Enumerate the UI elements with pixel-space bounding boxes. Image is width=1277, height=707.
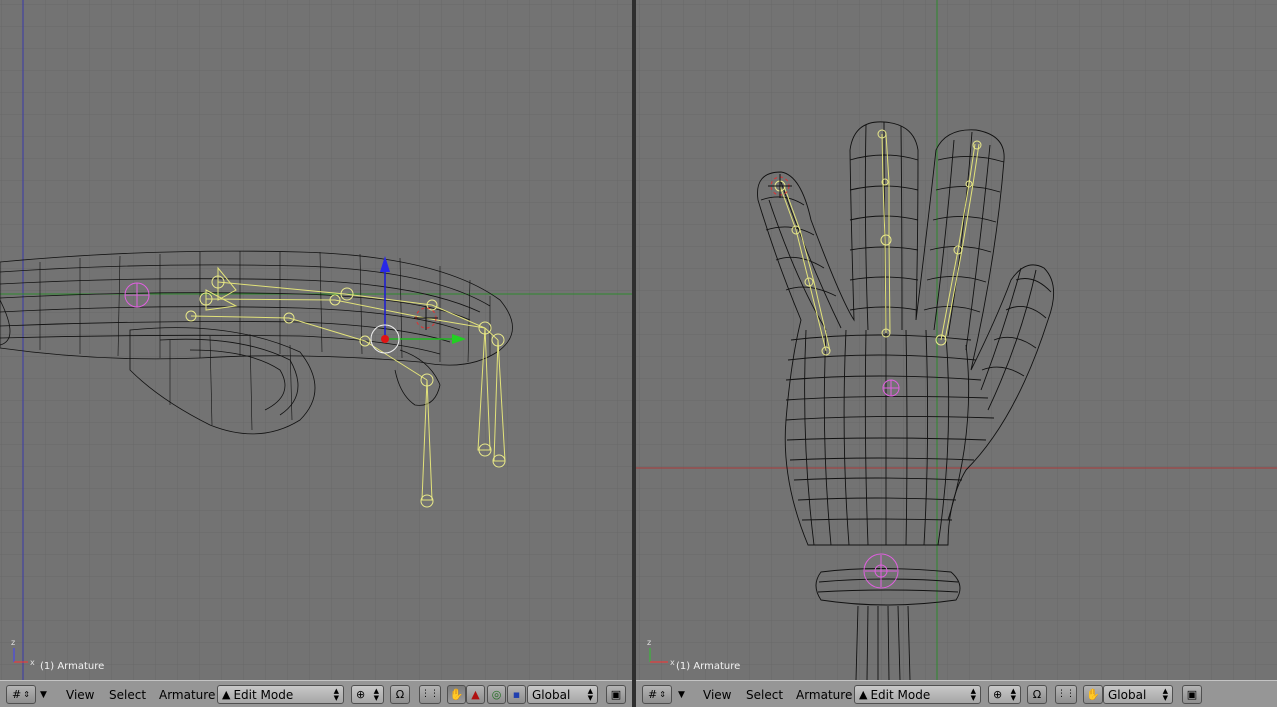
select-arrows-icon: ▲ ▼ [970, 687, 976, 702]
translate-manipulator-button[interactable]: ▲ [466, 685, 485, 704]
viewport-type-menu[interactable]: # ⇕ [642, 685, 672, 704]
scale-manipulator-button[interactable]: ▪ [507, 685, 526, 704]
menu-collapse-icon: ▼ [678, 689, 685, 700]
viewport-type-icon: # [648, 688, 658, 701]
grab-icon: ✋ [1086, 688, 1100, 701]
right-3d-viewport[interactable]: z x (1) Armature [636, 0, 1277, 680]
select-arrows-icon: ▲ ▼ [587, 687, 593, 702]
axis-label-x: x [30, 658, 35, 666]
object-name-label: (1) Armature [40, 661, 105, 672]
select-arrows-icon: ▲ ▼ [373, 687, 379, 702]
snap-toggle[interactable]: Ω [1027, 685, 1047, 704]
manipulator-toggle[interactable]: ✋ [1083, 685, 1103, 704]
grid [0, 0, 632, 680]
armature-menu[interactable]: Armature [157, 685, 217, 704]
render-icon: ▣ [1186, 688, 1198, 701]
snap-magnet-icon: Ω [395, 688, 405, 701]
spinner-icon: ⇕ [659, 690, 666, 699]
mode-icon: ▲ [859, 688, 868, 701]
scale-icon: ▪ [512, 688, 521, 701]
orientation-select[interactable]: Global ▲ ▼ [1103, 685, 1173, 704]
render-icon: ▣ [610, 688, 622, 701]
object-center-marker [124, 282, 150, 308]
view-menu[interactable]: View [701, 685, 733, 704]
manipulator-toggle[interactable]: ✋ [447, 685, 466, 704]
viewport-type-icon: # [12, 688, 22, 701]
armature-menu[interactable]: Armature [794, 685, 854, 704]
mode-value: Edit Mode [233, 687, 294, 702]
translate-icon: ▲ [471, 688, 480, 701]
viewport-type-menu[interactable]: # ⇕ [6, 685, 36, 704]
axis-widget: z x [11, 638, 35, 666]
left-viewport-canvas[interactable] [0, 0, 632, 680]
mode-select[interactable]: ▲ Edit Mode ▲ ▼ [217, 685, 344, 704]
select-menu[interactable]: Select [744, 685, 785, 704]
pivot-select[interactable]: ⊕ ▲ ▼ [988, 685, 1021, 704]
axis-label-x: x [670, 658, 675, 666]
select-menu[interactable]: Select [107, 685, 148, 704]
mode-icon: ▲ [222, 688, 231, 701]
snap-magnet-icon: Ω [1032, 688, 1042, 701]
pivot-select[interactable]: ⊕ ▲ ▼ [351, 685, 384, 704]
render-preview-button[interactable]: ▣ [606, 685, 626, 704]
spinner-icon: ⇕ [23, 690, 30, 699]
rotate-manipulator-button[interactable]: ◎ [487, 685, 506, 704]
menu-collapse-button[interactable]: ▼ [40, 685, 54, 704]
menu-collapse-icon: ▼ [40, 689, 47, 700]
snap-element-icon: ⋮⋮ [1057, 689, 1075, 699]
snap-toggle[interactable]: Ω [390, 685, 410, 704]
pivot-icon: ⊕ [993, 688, 1003, 701]
grab-icon: ✋ [449, 688, 464, 701]
left-3d-viewport[interactable]: z x (1) Armature [0, 0, 632, 680]
snap-element-icon: ⋮⋮ [421, 689, 439, 699]
snap-element-select[interactable]: ⋮⋮ [1055, 685, 1077, 704]
object-name-label: (1) Armature [676, 661, 741, 672]
axis-label-z: z [11, 638, 15, 647]
pivot-icon: ⊕ [356, 688, 366, 701]
snap-element-select[interactable]: ⋮⋮ [419, 685, 441, 704]
orientation-value: Global [532, 687, 571, 702]
orientation-select[interactable]: Global ▲ ▼ [527, 685, 598, 704]
right-viewport-header: # ⇕ ▼ View Select Armature ▲ Edit Mode ▲ ▼… [636, 680, 1277, 707]
mode-select[interactable]: ▲ Edit Mode ▲ ▼ [854, 685, 981, 704]
orientation-value: Global [1108, 687, 1147, 702]
render-preview-button[interactable]: ▣ [1182, 685, 1202, 704]
right-viewport-canvas[interactable] [636, 0, 1277, 680]
select-arrows-icon: ▲ ▼ [1162, 687, 1168, 702]
left-viewport-header: # ⇕ ▼ View Select Armature ▲ Edit Mode ▲ ▼… [0, 680, 632, 707]
menu-collapse-button[interactable]: ▼ [678, 685, 692, 704]
mode-value: Edit Mode [870, 687, 931, 702]
select-arrows-icon: ▲ ▼ [1010, 687, 1016, 702]
rotate-icon: ◎ [491, 688, 502, 701]
axis-label-z: z [647, 638, 651, 647]
view-menu[interactable]: View [64, 685, 96, 704]
select-arrows-icon: ▲ ▼ [333, 687, 339, 702]
